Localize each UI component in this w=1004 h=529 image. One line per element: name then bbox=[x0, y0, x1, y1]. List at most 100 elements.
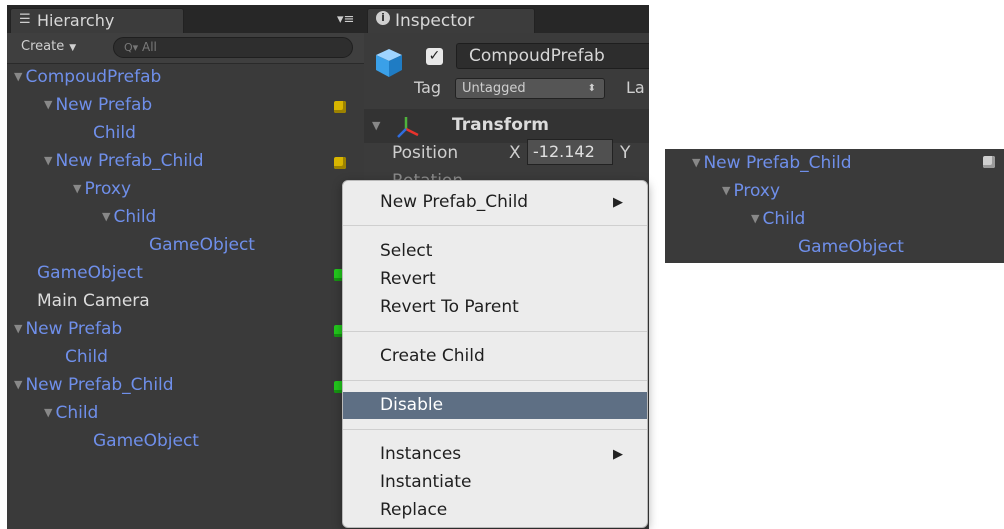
tree-item-main-camera[interactable]: Main Camera bbox=[37, 287, 150, 315]
menu-item-revert-to-parent[interactable]: Revert To Parent bbox=[343, 294, 647, 321]
submenu-arrow-icon: ▶ bbox=[613, 447, 623, 462]
menu-item-disable[interactable]: Disable bbox=[343, 392, 647, 419]
tree-item-label: New Prefab bbox=[55, 95, 153, 115]
tag-label: Tag bbox=[414, 78, 442, 97]
gameobject-cube-icon bbox=[376, 49, 402, 77]
hierarchy-toolbar: Create ▼ Q▾ All bbox=[7, 33, 364, 64]
menu-item-create-child[interactable]: Create Child bbox=[343, 343, 647, 370]
menu-item-label: Instantiate bbox=[380, 472, 472, 492]
submenu-arrow-icon: ▶ bbox=[613, 195, 623, 210]
tree-item-child[interactable]: ▼ Child bbox=[751, 205, 805, 233]
tree-item-label: Child bbox=[65, 347, 108, 367]
expand-arrow-icon[interactable]: ▼ bbox=[14, 378, 22, 391]
object-name-field[interactable]: CompoudPrefab bbox=[456, 43, 649, 69]
active-checkbox[interactable]: ✓ bbox=[426, 48, 443, 65]
menu-item-label: Select bbox=[380, 241, 433, 261]
tab-inspector-label: Inspector bbox=[395, 11, 475, 31]
tree-item-child[interactable]: ▼ Child bbox=[44, 399, 98, 427]
create-button[interactable]: Create ▼ bbox=[21, 39, 76, 54]
prefab-icon bbox=[334, 101, 346, 113]
tree-item-label: Child bbox=[93, 123, 136, 143]
prefab-icon bbox=[334, 157, 346, 169]
menu-separator bbox=[343, 380, 647, 381]
tree-item-proxy[interactable]: ▼ Proxy bbox=[73, 175, 131, 203]
tree-item-label: New Prefab_Child bbox=[55, 151, 204, 171]
layer-label: La bbox=[626, 78, 645, 97]
transform-label: Transform bbox=[452, 115, 549, 135]
tab-hierarchy[interactable]: ☰ Hierarchy bbox=[10, 8, 184, 33]
tree-item-gameobject[interactable]: GameObject bbox=[93, 427, 199, 455]
hierarchy-panel: ☰ Hierarchy ▾≡ Create ▼ Q▾ All ▼ CompoudPr… bbox=[7, 5, 364, 529]
tree-item-label: Child bbox=[113, 207, 157, 227]
menu-item-label: Replace bbox=[380, 500, 448, 520]
search-placeholder: All bbox=[142, 40, 157, 54]
position-label: Position bbox=[392, 143, 459, 163]
transform-axes-icon bbox=[397, 117, 419, 138]
menu-item-instantiate[interactable]: Instantiate bbox=[343, 469, 647, 496]
position-x-label: X bbox=[509, 143, 521, 163]
menu-separator bbox=[343, 429, 647, 430]
tag-dropdown[interactable]: Untagged ⬍ bbox=[455, 78, 605, 99]
tree-item-label: New Prefab bbox=[25, 319, 123, 339]
tree-item-label: GameObject bbox=[149, 235, 255, 255]
menu-item-instances[interactable]: Instances ▶ bbox=[343, 441, 647, 468]
tree-item-child[interactable]: Child bbox=[65, 343, 108, 371]
tree-item-gameobject[interactable]: GameObject bbox=[798, 233, 904, 261]
tree-item-label: GameObject bbox=[93, 431, 199, 451]
tree-item-label: Main Camera bbox=[37, 291, 150, 311]
menu-item-new-prefab-child[interactable]: New Prefab_Child ▶ bbox=[343, 189, 647, 216]
tree-item-child[interactable]: ▼ Child bbox=[102, 203, 156, 231]
tree-item-compoudprefab[interactable]: ▼ CompoudPrefab bbox=[14, 63, 161, 91]
menu-separator bbox=[343, 225, 647, 226]
transform-component-header[interactable]: ▼ Transform bbox=[364, 109, 649, 143]
tree-item-proxy[interactable]: ▼ Proxy bbox=[722, 177, 780, 205]
tree-item-new-prefab-child[interactable]: ▼ New Prefab_Child bbox=[14, 371, 174, 399]
tree-item-label: New Prefab_Child bbox=[25, 375, 174, 395]
expand-arrow-icon[interactable]: ▼ bbox=[14, 322, 22, 335]
tree-item-label: Proxy bbox=[733, 181, 781, 201]
expand-arrow-icon[interactable]: ▼ bbox=[722, 184, 730, 197]
context-menu: New Prefab_Child ▶ Select Revert Revert … bbox=[342, 180, 648, 528]
expand-arrow-icon[interactable]: ▼ bbox=[44, 406, 52, 419]
tab-inspector[interactable]: i Inspector bbox=[367, 8, 535, 33]
tree-item-label: Child bbox=[55, 403, 99, 423]
expand-arrow-icon[interactable]: ▼ bbox=[102, 210, 110, 223]
position-x-field[interactable]: -12.142 bbox=[527, 139, 613, 165]
tag-dropdown-value: Untagged bbox=[462, 81, 526, 96]
menu-item-label: Instances bbox=[380, 444, 462, 464]
expand-arrow-icon[interactable]: ▼ bbox=[751, 212, 759, 225]
tree-item-new-prefab-child[interactable]: ▼ New Prefab_Child bbox=[44, 147, 204, 175]
tree-item-new-prefab-child[interactable]: ▼ New Prefab_Child bbox=[692, 149, 852, 177]
expand-arrow-icon[interactable]: ▼ bbox=[44, 154, 52, 167]
hierarchy-tabbar: ☰ Hierarchy ▾≡ bbox=[7, 5, 364, 33]
tree-item-label: CompoudPrefab bbox=[25, 67, 162, 87]
menu-item-replace[interactable]: Replace bbox=[343, 497, 647, 524]
tree-item-child[interactable]: Child bbox=[93, 119, 136, 147]
panel-menu-icon[interactable]: ▾≡ bbox=[337, 12, 354, 27]
search-input[interactable]: Q▾ All bbox=[113, 37, 353, 58]
tree-item-gameobject[interactable]: GameObject bbox=[149, 231, 255, 259]
updown-arrows-icon: ⬍ bbox=[587, 83, 596, 94]
info-icon: i bbox=[376, 11, 390, 25]
menu-item-revert[interactable]: Revert bbox=[343, 266, 647, 293]
list-icon: ☰ bbox=[19, 12, 31, 27]
tree-item-label: GameObject bbox=[37, 263, 143, 283]
menu-item-label: Disable bbox=[380, 395, 444, 415]
search-icon: Q▾ bbox=[124, 41, 139, 54]
menu-item-select[interactable]: Select bbox=[343, 238, 647, 265]
tree-item-gameobject[interactable]: GameObject bbox=[37, 259, 143, 287]
expand-arrow-icon[interactable]: ▼ bbox=[692, 156, 700, 169]
expand-arrow-icon[interactable]: ▼ bbox=[372, 119, 380, 132]
expand-arrow-icon[interactable]: ▼ bbox=[14, 70, 22, 83]
expand-arrow-icon[interactable]: ▼ bbox=[73, 182, 81, 195]
prefab-icon bbox=[983, 156, 995, 168]
menu-item-label: Create Child bbox=[380, 346, 485, 366]
tab-hierarchy-label: Hierarchy bbox=[37, 11, 115, 30]
hierarchy-detail-panel: ▼ New Prefab_Child ▼ Proxy ▼ Child GameObje… bbox=[665, 149, 1004, 263]
tree-item-new-prefab[interactable]: ▼ New Prefab bbox=[14, 315, 122, 343]
expand-arrow-icon[interactable]: ▼ bbox=[44, 98, 52, 111]
tree-item-new-prefab[interactable]: ▼ New Prefab bbox=[44, 91, 152, 119]
chevron-down-icon: ▼ bbox=[69, 43, 77, 53]
menu-item-label: New Prefab_Child bbox=[380, 192, 529, 212]
menu-item-label: Revert To Parent bbox=[380, 297, 519, 317]
